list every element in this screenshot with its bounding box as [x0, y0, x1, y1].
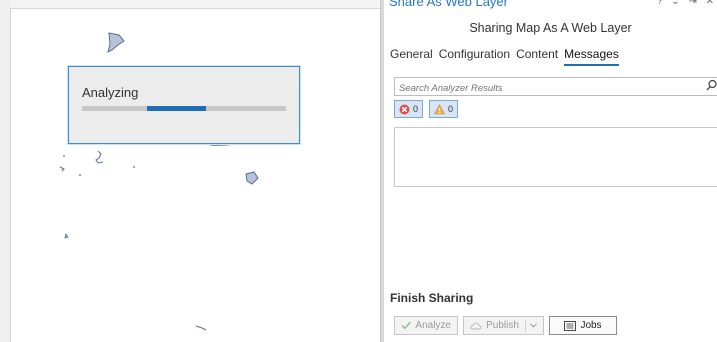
map-island — [107, 32, 125, 53]
analyze-label: Analyze — [415, 320, 451, 331]
search-icon[interactable] — [706, 78, 717, 93]
app-window: Analyzing Share As Web Layer ? ⌄ ⇥ ✕ Sha… — [0, 0, 717, 342]
pane-subtitle: Sharing Map As A Web Layer — [469, 21, 632, 35]
publish-button[interactable]: Publish — [463, 316, 544, 335]
map-island — [195, 325, 207, 331]
progress-bar — [82, 106, 286, 111]
warnings-count: 0 — [448, 104, 454, 114]
map-island — [79, 174, 81, 176]
tab-content[interactable]: Content — [516, 47, 558, 66]
search-box — [394, 77, 717, 96]
finish-actions: Analyze Publish Jobs — [394, 316, 617, 335]
publish-label: Publish — [486, 320, 519, 331]
map-island — [95, 150, 104, 164]
publish-divider — [524, 319, 526, 332]
analyzing-dialog: Analyzing — [68, 66, 300, 144]
warning-icon — [434, 103, 445, 114]
finish-sharing-title: Finish Sharing — [390, 291, 474, 305]
search-input[interactable] — [395, 81, 689, 96]
map-island — [59, 166, 65, 172]
analyze-button[interactable]: Analyze — [394, 316, 458, 335]
errors-count: 0 — [413, 104, 419, 114]
jobs-icon — [564, 320, 577, 331]
error-icon — [399, 104, 410, 114]
map-view[interactable]: Analyzing — [0, 0, 380, 342]
errors-filter-button[interactable]: 0 — [394, 100, 424, 118]
pane-title: Share As Web Layer — [389, 0, 508, 9]
check-icon — [401, 321, 412, 330]
map-features — [59, 32, 259, 331]
message-filters: 0 0 — [394, 100, 459, 118]
map-island — [133, 166, 135, 168]
share-pane: Share As Web Layer ? ⌄ ⇥ ✕ Sharing Map A… — [384, 0, 717, 342]
tab-general[interactable]: General — [390, 47, 433, 66]
progress-fill — [147, 106, 207, 111]
map-island — [245, 171, 259, 185]
analyzing-title: Analyzing — [82, 85, 139, 100]
map-island — [63, 155, 65, 157]
messages-list[interactable] — [394, 127, 717, 187]
chevron-down-icon[interactable] — [530, 323, 537, 328]
jobs-button[interactable]: Jobs — [549, 316, 617, 335]
warnings-filter-button[interactable]: 0 — [429, 100, 459, 118]
map-island — [64, 233, 69, 239]
pane-controls-icon[interactable]: ? ⌄ ⇥ ✕ — [657, 0, 717, 7]
pane-tabs: General Configuration Content Messages — [390, 47, 619, 66]
cloud-icon — [470, 322, 482, 329]
tab-messages[interactable]: Messages — [564, 47, 619, 66]
jobs-label: Jobs — [580, 320, 602, 331]
tab-configuration[interactable]: Configuration — [439, 47, 510, 66]
